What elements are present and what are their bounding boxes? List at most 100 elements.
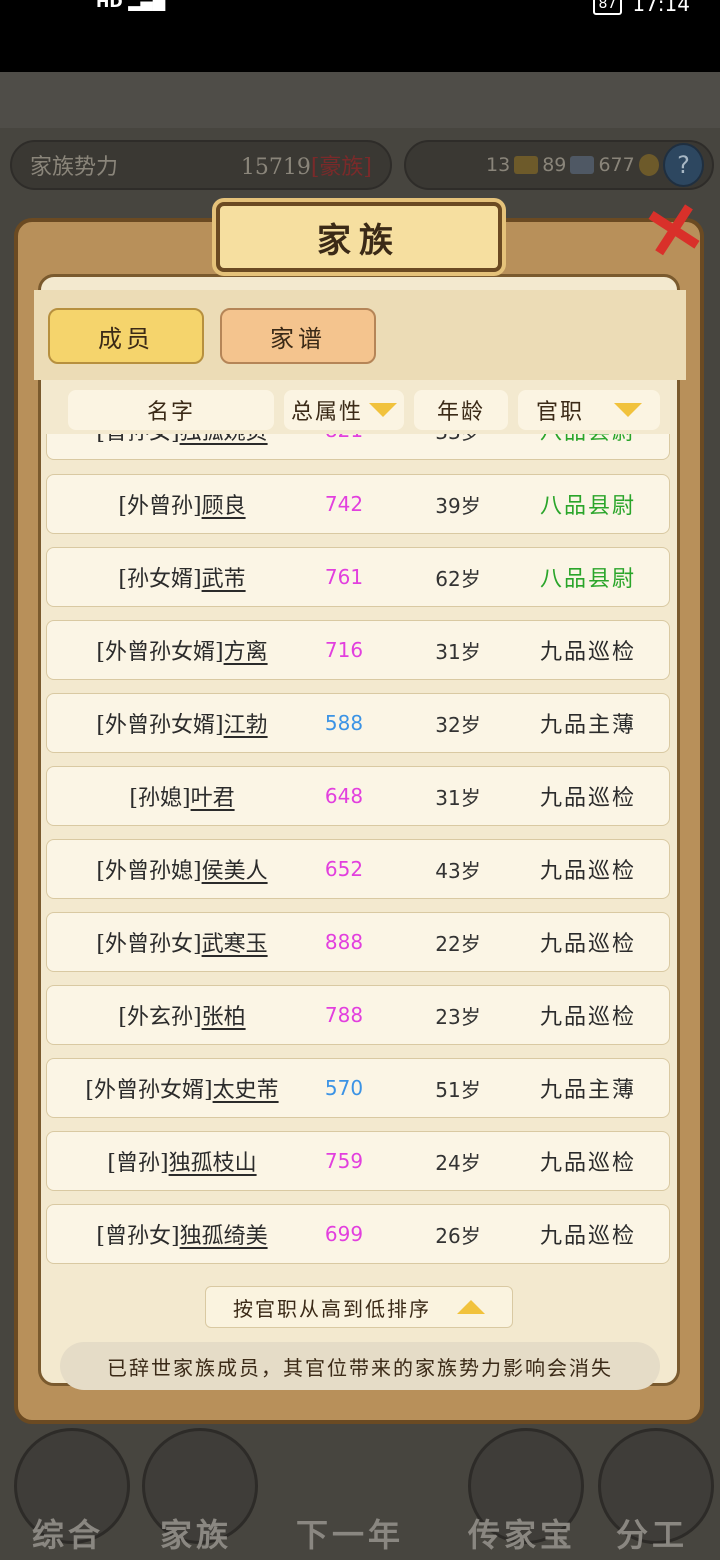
member-title: 九品主薄 bbox=[539, 1078, 636, 1103]
member-name-link[interactable]: 张柏 bbox=[202, 999, 246, 1031]
member-title: 九品巡检 bbox=[539, 932, 636, 957]
nav-assignment[interactable]: 分工 bbox=[592, 1420, 714, 1560]
table-row[interactable]: [外曾孙] 顾良 742 39岁 八品县尉 bbox=[46, 474, 670, 534]
member-list[interactable]: [曾孙女]独孤婉贞 821 33岁 八品县尉 [外曾孙]顾良 742 39岁 八… bbox=[46, 434, 672, 1270]
member-relation: [孙女婿] bbox=[118, 567, 202, 592]
member-relation: [外玄孙] bbox=[118, 1005, 202, 1030]
nav-overview[interactable]: 综合 bbox=[8, 1420, 130, 1560]
member-attr: 888 bbox=[324, 930, 364, 954]
help-button[interactable]: ? bbox=[663, 143, 704, 187]
table-row[interactable]: [孙女婿] 武芾 761 62岁 八品县尉 bbox=[46, 547, 670, 607]
member-name-link[interactable]: 侯美人 bbox=[202, 853, 268, 885]
member-relation: [曾孙] bbox=[107, 1151, 169, 1176]
member-title: 九品巡检 bbox=[539, 1224, 636, 1249]
member-title: 九品巡检 bbox=[539, 640, 636, 665]
member-age: 31岁 bbox=[435, 639, 481, 664]
member-name-link[interactable]: 叶君 bbox=[191, 780, 235, 812]
family-power-label: 家族势力 bbox=[30, 155, 119, 180]
resource-bar: 13 89 677 ? bbox=[404, 140, 714, 190]
table-row[interactable]: [曾孙] 独孤枝山 759 24岁 九品巡检 bbox=[46, 1131, 670, 1191]
member-title: 九品巡检 bbox=[539, 1151, 636, 1176]
coin-icon bbox=[638, 154, 660, 176]
member-relation: [外曾孙女婿] bbox=[96, 640, 224, 665]
silver-count: 89 bbox=[542, 154, 567, 176]
member-age: 43岁 bbox=[435, 858, 481, 883]
member-age: 62岁 bbox=[435, 566, 481, 591]
clock: 17:14 bbox=[632, 0, 690, 16]
member-title: 八品县尉 bbox=[539, 567, 636, 592]
member-name-link[interactable]: 独孤婉贞 bbox=[180, 434, 268, 446]
member-name-link[interactable]: 武芾 bbox=[202, 561, 246, 593]
nav-family[interactable]: 家族 bbox=[136, 1420, 258, 1560]
member-title: 八品县尉 bbox=[539, 494, 636, 519]
sort-by-title-button[interactable]: 按官职从高到低排序 bbox=[205, 1286, 513, 1328]
member-attr: 716 bbox=[324, 638, 364, 662]
nav-heirloom[interactable]: 传家宝 bbox=[462, 1420, 584, 1560]
column-header-name[interactable]: 名字 bbox=[68, 390, 274, 430]
deceased-notice: 已辞世家族成员，其官位带来的家族势力影响会消失 bbox=[60, 1342, 660, 1390]
member-attr: 699 bbox=[324, 1222, 364, 1246]
table-row[interactable]: [外曾孙女婿] 江勃 588 32岁 九品主薄 bbox=[46, 693, 670, 753]
member-title: 九品巡检 bbox=[539, 786, 636, 811]
member-age: 33岁 bbox=[411, 434, 505, 459]
member-name-link[interactable]: 独孤枝山 bbox=[169, 1145, 257, 1177]
table-row[interactable]: [曾孙女]独孤婉贞 821 33岁 八品县尉 bbox=[46, 434, 670, 460]
member-attr: 652 bbox=[324, 857, 364, 881]
table-row[interactable]: [外曾孙媳] 侯美人 652 43岁 九品巡检 bbox=[46, 839, 670, 899]
filter-down-icon bbox=[614, 403, 642, 417]
member-age: 26岁 bbox=[435, 1223, 481, 1248]
member-name-link[interactable]: 方离 bbox=[224, 634, 268, 666]
table-row[interactable]: [孙媳] 叶君 648 31岁 九品巡检 bbox=[46, 766, 670, 826]
member-relation: [曾孙女] bbox=[96, 1224, 180, 1249]
member-age: 32岁 bbox=[435, 712, 481, 737]
column-header-attr[interactable]: 总属性 bbox=[284, 390, 404, 430]
member-attr: 821 bbox=[297, 434, 391, 459]
family-power-value: 15719 bbox=[240, 155, 311, 180]
table-row[interactable]: [外曾孙女] 武寒玉 888 22岁 九品巡检 bbox=[46, 912, 670, 972]
column-header-title[interactable]: 官职 bbox=[518, 390, 660, 430]
member-attr: 759 bbox=[324, 1149, 364, 1173]
battery-icon: 87 bbox=[592, 0, 623, 15]
member-age: 24岁 bbox=[435, 1150, 481, 1175]
member-attr: 761 bbox=[324, 565, 364, 589]
sort-up-icon bbox=[457, 1300, 485, 1314]
column-header-age[interactable]: 年龄 bbox=[414, 390, 508, 430]
member-name-link[interactable]: 江勃 bbox=[224, 707, 268, 739]
member-title: 九品巡检 bbox=[539, 1005, 636, 1030]
member-age: 31岁 bbox=[435, 785, 481, 810]
table-row[interactable]: [曾孙女] 独孤绮美 699 26岁 九品巡检 bbox=[46, 1204, 670, 1264]
member-relation: [外曾孙女] bbox=[96, 932, 202, 957]
member-relation: [外曾孙媳] bbox=[96, 859, 202, 884]
table-row[interactable]: [外曾孙女婿] 方离 716 31岁 九品巡检 bbox=[46, 620, 670, 680]
member-name-link[interactable]: 武寒玉 bbox=[202, 926, 268, 958]
member-name-link[interactable]: 太史芾 bbox=[213, 1072, 279, 1104]
table-row[interactable]: [外玄孙] 张柏 788 23岁 九品巡检 bbox=[46, 985, 670, 1045]
nav-next-year[interactable]: 下一年 bbox=[290, 1420, 410, 1560]
modal-title: 家族 bbox=[216, 202, 502, 272]
bottom-nav: 综合 家族 下一年 传家宝 分工 bbox=[0, 1420, 720, 1560]
status-right: 87 17:14 bbox=[592, 0, 690, 16]
table-row[interactable]: [外曾孙女婿] 太史芾 570 51岁 九品主薄 bbox=[46, 1058, 670, 1118]
member-relation: [外曾孙女婿] bbox=[85, 1078, 213, 1103]
tab-members[interactable]: 成员 bbox=[48, 308, 204, 364]
member-attr: 742 bbox=[324, 492, 364, 516]
top-band bbox=[0, 72, 720, 128]
signal-indicator: HD ▂▄▆ bbox=[96, 0, 166, 11]
member-relation: [孙媳] bbox=[129, 786, 191, 811]
gold-count: 13 bbox=[486, 154, 511, 176]
sort-down-icon bbox=[369, 403, 397, 417]
member-age: 23岁 bbox=[435, 1004, 481, 1029]
member-relation: [曾孙女] bbox=[96, 434, 179, 446]
member-name-link[interactable]: 独孤绮美 bbox=[180, 1218, 268, 1250]
coin-count: 677 bbox=[598, 154, 635, 176]
gold-ingot-icon bbox=[514, 156, 539, 174]
member-attr: 570 bbox=[324, 1076, 364, 1100]
status-bar: HD ▂▄▆ 87 17:14 bbox=[0, 0, 720, 72]
member-title: 八品县尉 bbox=[523, 434, 653, 459]
silver-ingot-icon bbox=[570, 156, 595, 174]
member-age: 39岁 bbox=[435, 493, 481, 518]
member-name-link[interactable]: 顾良 bbox=[202, 488, 246, 520]
tab-family-tree[interactable]: 家谱 bbox=[220, 308, 376, 364]
member-title: 九品巡检 bbox=[539, 859, 636, 884]
family-power-bar: 家族势力 15719[豪族] bbox=[10, 140, 392, 190]
